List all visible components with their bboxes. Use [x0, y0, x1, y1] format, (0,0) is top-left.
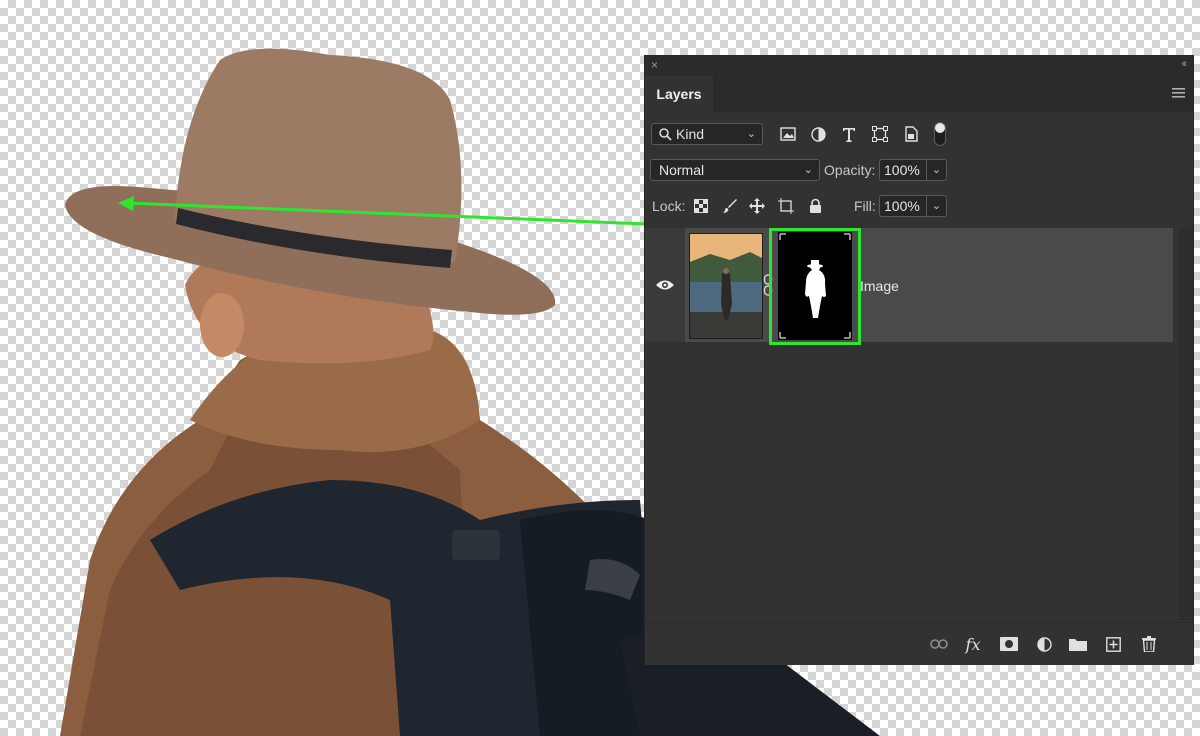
opacity-slider-button[interactable]: ⌄: [927, 159, 947, 181]
adjustment-layer-icon[interactable]: [1034, 634, 1054, 654]
layer-thumbnail[interactable]: [689, 233, 763, 339]
panel-menu-icon[interactable]: [1172, 88, 1185, 98]
filter-kind-label: Kind: [676, 126, 705, 142]
trash-icon[interactable]: [1139, 634, 1159, 654]
tab-layers[interactable]: Layers: [645, 76, 713, 112]
panel-top-bar: × ‹‹: [645, 56, 1193, 76]
lock-artboard-icon[interactable]: [776, 196, 796, 216]
chevron-down-icon: ⌄: [803, 164, 813, 176]
lock-transparent-pixels-icon[interactable]: [691, 196, 711, 216]
eye-icon[interactable]: [655, 278, 675, 292]
blend-mode-dropdown[interactable]: Normal ⌄: [650, 159, 820, 181]
filter-toggle-switch[interactable]: [934, 122, 946, 146]
opacity-label: Opacity:: [824, 162, 876, 178]
toggle-knob: [935, 123, 945, 133]
type-filter-icon[interactable]: [839, 124, 859, 144]
fx-label: fx: [965, 634, 981, 654]
fx-icon[interactable]: fx: [963, 634, 983, 654]
close-panel-icon[interactable]: ×: [651, 58, 658, 72]
add-mask-icon[interactable]: [999, 634, 1019, 654]
lock-label: Lock:: [652, 198, 686, 214]
lock-all-icon[interactable]: [805, 196, 825, 216]
image-filter-icon[interactable]: [778, 124, 798, 144]
group-folder-icon[interactable]: [1068, 634, 1088, 654]
mask-highlight-box: [769, 228, 861, 345]
link-layers-icon[interactable]: [929, 634, 949, 654]
lock-image-pixels-icon[interactable]: [720, 196, 740, 216]
layers-panel: × ‹‹ Layers Kind ⌄ Normal ⌄ Opacity: 100…: [644, 55, 1194, 665]
layers-scrollbar[interactable]: [1179, 228, 1193, 620]
fill-input[interactable]: 100%: [879, 195, 927, 217]
new-layer-icon[interactable]: [1103, 634, 1123, 654]
panel-bottom-toolbar: fx: [645, 622, 1193, 665]
layer-name[interactable]: Image: [860, 278, 899, 294]
collapse-panel-icon[interactable]: ‹‹: [1182, 58, 1188, 70]
opacity-input[interactable]: 100%: [879, 159, 927, 181]
shape-filter-icon[interactable]: [870, 124, 890, 144]
blend-mode-value: Normal: [659, 162, 705, 178]
smart-object-filter-icon[interactable]: [901, 124, 921, 144]
adjustment-filter-icon[interactable]: [808, 124, 828, 144]
fill-label: Fill:: [854, 198, 876, 214]
panel-tab-row: Layers: [645, 76, 1193, 112]
fill-slider-button[interactable]: ⌄: [927, 195, 947, 217]
filter-kind-dropdown[interactable]: Kind ⌄: [651, 123, 763, 145]
lock-position-icon[interactable]: [747, 196, 767, 216]
search-icon: [659, 128, 672, 141]
chevron-down-icon: ⌄: [746, 128, 756, 140]
